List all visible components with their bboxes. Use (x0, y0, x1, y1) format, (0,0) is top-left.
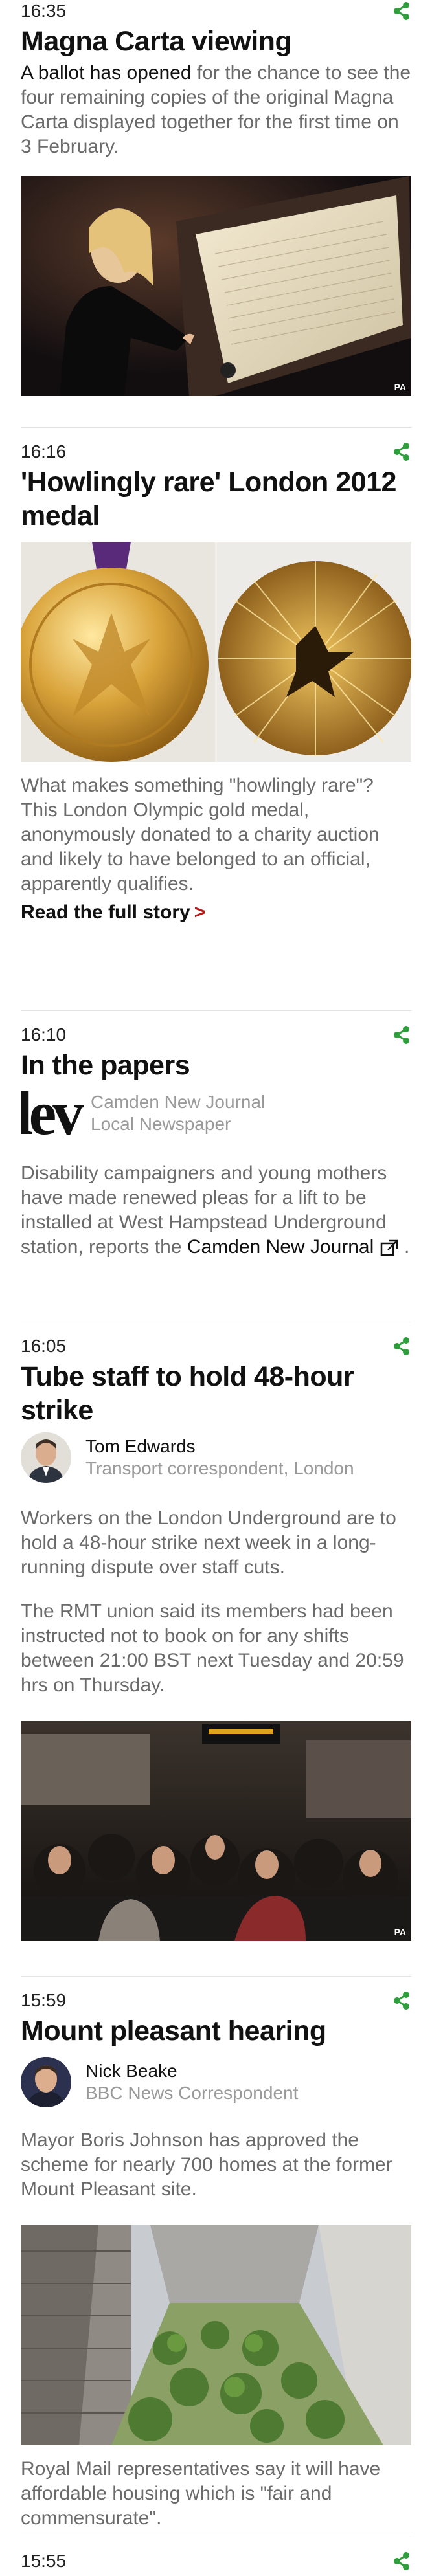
author-name: Tom Edwards (85, 1436, 196, 1456)
external-link-icon[interactable] (380, 1239, 399, 1257)
source-info: lev Camden New Journal Local Newspaper (21, 1087, 265, 1139)
feed-post: 16:35 Magna Carta viewing A ballot has o… (21, 0, 411, 427)
image-credit: PA (394, 1927, 406, 1937)
feed-post: 16:16 'Howlingly rare' London 2012 medal (21, 427, 411, 1010)
ballot-link[interactable]: A ballot has opened (21, 62, 192, 83)
magna-carta-image: PA (21, 176, 411, 396)
post-body: Mayor Boris Johnson has approved the sch… (21, 2129, 392, 2200)
live-feed: 16:35 Magna Carta viewing A ballot has o… (0, 0, 432, 2576)
post-time: 15:55 (21, 2551, 67, 2571)
post-body: A ballot has opened for the chance to se… (21, 61, 411, 159)
read-more-label: Read the full story (21, 902, 190, 923)
author-info: Nick Beake BBC News Correspondent (21, 2057, 298, 2107)
post-title: Tube staff to hold 48-hour strike (21, 1361, 354, 1426)
post-body-end: . (398, 1236, 410, 1258)
camden-new-journal-link[interactable]: Camden New Journal (187, 1236, 374, 1258)
feed-post: 16:05 Tube staff to hold 48-hour strike … (21, 1322, 411, 1976)
post-time: 16:05 (21, 1336, 67, 1356)
post-time: 15:59 (21, 1990, 67, 2010)
post-body: Royal Mail representatives say it will h… (21, 2458, 381, 2529)
feed-post: 15:59 Mount pleasant hearing Nick Beake … (21, 1976, 411, 2537)
author-info: Tom Edwards Transport correspondent, Lon… (21, 1432, 354, 1483)
read-full-story-link[interactable]: Read the full story > (21, 902, 205, 924)
author-name: Nick Beake (85, 2061, 177, 2081)
author-role: Transport correspondent, London (85, 1458, 354, 1478)
source-type: Local Newspaper (91, 1114, 231, 1134)
post-time: 16:35 (21, 1, 67, 21)
share-icon[interactable] (392, 2551, 411, 2571)
author-role: BBC News Correspondent (85, 2083, 299, 2103)
chevron-right-icon: > (194, 902, 206, 923)
post-body: The RMT union said its members had been … (21, 1601, 404, 1696)
post-title: 'Howlingly rare' London 2012 medal (21, 467, 396, 531)
post-body: Workers on the London Underground are to… (21, 1507, 396, 1578)
post-body: Disability campaigners and young mothers… (21, 1161, 411, 1260)
post-time: 16:10 (21, 1025, 67, 1045)
avatar (21, 2057, 71, 2107)
source-name: Camden New Journal (91, 1092, 266, 1112)
camden-new-journal-logo: lev (21, 1087, 84, 1139)
gold-medal-image (21, 542, 411, 762)
post-time: 16:16 (21, 441, 67, 461)
post-title: Magna Carta viewing (21, 26, 292, 57)
tube-platform-image: PA (21, 1721, 411, 1941)
share-icon[interactable] (392, 1025, 411, 1045)
post-title: Mount pleasant hearing (21, 2015, 326, 2047)
post-body: What makes something "howlingly rare"? T… (21, 775, 380, 894)
mount-pleasant-image (21, 2225, 411, 2445)
share-icon[interactable] (392, 1, 411, 21)
avatar (21, 1432, 71, 1483)
image-credit: PA (394, 382, 406, 392)
share-icon[interactable] (392, 1337, 411, 1356)
post-title: In the papers (21, 1050, 190, 1081)
feed-post: 15:55 (21, 2537, 411, 2576)
share-icon[interactable] (392, 442, 411, 461)
share-icon[interactable] (392, 1991, 411, 2010)
feed-post: 16:10 In the papers lev Camden New Journ… (21, 1010, 411, 1322)
